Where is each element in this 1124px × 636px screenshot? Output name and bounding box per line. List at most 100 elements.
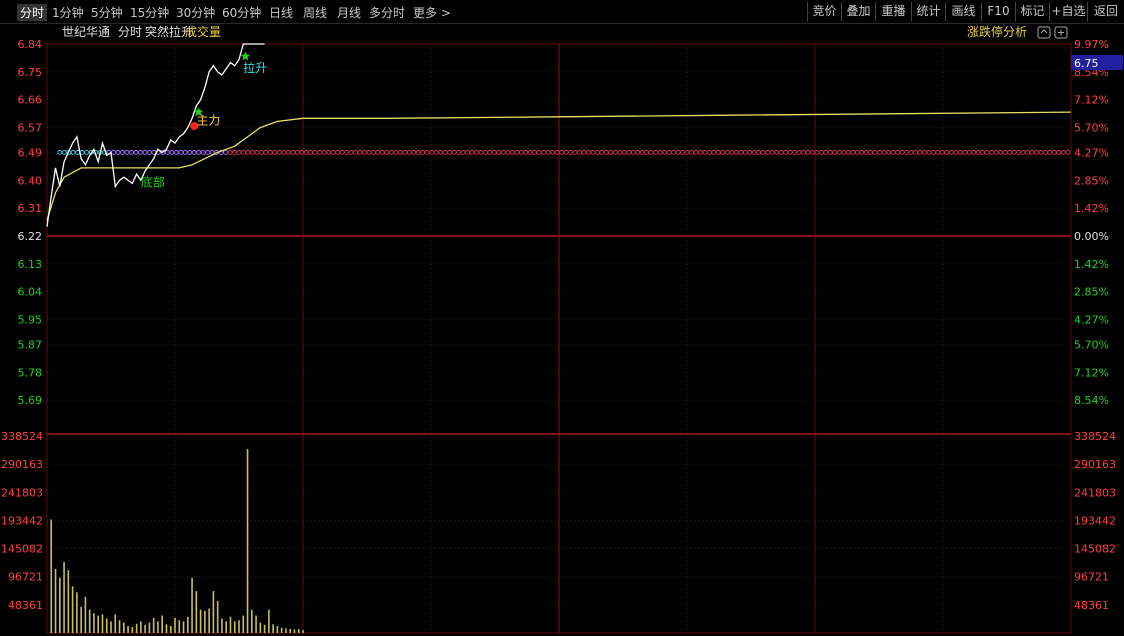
signal-dot xyxy=(285,149,291,155)
signal-dot xyxy=(845,149,851,155)
price-tick-label: 6.40 xyxy=(18,174,43,187)
volume-tick-label: 48361 xyxy=(1074,599,1109,612)
signal-dot xyxy=(223,149,229,155)
price-tick-label: 6.31 xyxy=(18,202,43,215)
price-axis-left: 6.84 6.75 6.66 6.57 6.49 6.40 6.31 6.22 6.13 6.04… xyxy=(18,38,43,407)
signal-dot xyxy=(545,149,551,155)
price-tick-label: 6.66 xyxy=(18,94,43,107)
limit-analysis-label[interactable]: 涨跌停分析 xyxy=(967,24,1027,39)
signal-dot xyxy=(196,149,202,155)
signal-dot xyxy=(957,149,963,155)
price-tick-label: 6.04 xyxy=(18,286,43,299)
svg-text:6.75: 6.75 xyxy=(1074,57,1099,70)
tab-15min[interactable]: 15分钟 xyxy=(130,4,169,21)
signal-dot xyxy=(980,149,986,155)
price-tick-label: 6.49 xyxy=(18,146,43,159)
pct-tick-label: 5.70% xyxy=(1074,122,1109,135)
tab-multi[interactable]: 多分时 xyxy=(369,4,405,21)
price-tick-label: 5.69 xyxy=(18,394,43,407)
signal-dot xyxy=(769,149,775,155)
signal-dot xyxy=(1007,149,1013,155)
signal-star-icon xyxy=(240,51,251,61)
tab-weekly[interactable]: 周线 xyxy=(303,4,327,21)
volume-tick-label: 338524 xyxy=(1074,430,1116,443)
signal-dot xyxy=(447,149,453,155)
tab-1min[interactable]: 1分钟 xyxy=(52,4,84,21)
signal-dot xyxy=(532,149,538,155)
volume-tick-label: 48361 xyxy=(8,599,43,612)
signal-dot xyxy=(644,149,650,155)
signal-dot xyxy=(496,149,502,155)
volume-bars xyxy=(50,449,304,633)
volume-tick-label: 96721 xyxy=(1074,571,1109,584)
signal-dot xyxy=(993,149,999,155)
signal-dot xyxy=(61,149,67,155)
tab-30min[interactable]: 30分钟 xyxy=(176,4,215,21)
indicator-label[interactable]: 成交量 xyxy=(185,24,221,39)
signal-dot xyxy=(783,149,789,155)
overlay-button[interactable]: 叠加 xyxy=(841,2,875,21)
signal-dot xyxy=(720,149,726,155)
replay-button[interactable]: 重播 xyxy=(875,2,911,21)
signal-dot xyxy=(881,149,887,155)
pct-tick-label: 9.97% xyxy=(1074,38,1109,51)
tab-daily[interactable]: 日线 xyxy=(269,4,293,21)
price-line xyxy=(46,43,265,227)
draw-button[interactable]: 画线 xyxy=(945,2,981,21)
pct-tick-label: 1.42% xyxy=(1074,258,1109,271)
signal-dot xyxy=(733,149,739,155)
signal-dot xyxy=(944,149,950,155)
signal-dots xyxy=(57,149,1071,155)
stats-button[interactable]: 统计 xyxy=(911,2,945,21)
signal-dot xyxy=(335,149,341,155)
signal-dot xyxy=(509,149,515,155)
volume-tick-label: 241803 xyxy=(1074,486,1116,499)
pct-tick-label: 7.12% xyxy=(1074,94,1109,107)
volume-axis-left: 338524 290163 241803 193442 145082 96721 48361 xyxy=(1,430,43,612)
price-tick-label: 6.57 xyxy=(18,122,43,135)
signal-dot xyxy=(756,149,762,155)
price-tick-label: 5.87 xyxy=(18,338,43,351)
stock-name: 世纪华通 xyxy=(62,25,110,39)
pct-tick-label: 4.27% xyxy=(1074,314,1109,327)
add-watchlist-button[interactable]: +自选 xyxy=(1049,2,1087,21)
zoom-out-icon[interactable] xyxy=(1054,26,1068,39)
volume-axis-right: 338524 290163 241803 193442 145082 96721 48361 xyxy=(1074,430,1116,612)
signal-dot xyxy=(308,149,314,155)
price-tick-label: 5.95 xyxy=(18,314,43,327)
pct-tick-label: 8.54% xyxy=(1074,394,1109,407)
volume-tick-label: 241803 xyxy=(1,486,43,499)
price-tick-label: 5.78 xyxy=(18,366,43,379)
signal-annotation: 底部 xyxy=(141,174,165,189)
signal-dot xyxy=(832,149,838,155)
signal-annotation: 主力 xyxy=(196,114,220,128)
pct-tick-label: 5.70% xyxy=(1074,338,1109,351)
price-axis-right: 9.97% 8.54% 7.12% 5.70% 4.27% 2.85% 1.42% 0.00%… xyxy=(1074,38,1109,407)
signal-annotation: 拉升 xyxy=(243,60,267,75)
mark-button[interactable]: 标记 xyxy=(1015,2,1049,21)
volume-tick-label: 290163 xyxy=(1074,458,1116,471)
chart-grid xyxy=(46,43,1072,634)
volume-tick-label: 338524 xyxy=(1,430,43,443)
tab-5min[interactable]: 5分钟 xyxy=(91,4,123,21)
volume-tick-label: 193442 xyxy=(1,514,43,527)
signal-dot xyxy=(671,149,677,155)
volume-tick-label: 193442 xyxy=(1074,514,1116,527)
tab-more[interactable]: 更多 > xyxy=(413,4,451,21)
view-label: 分时 xyxy=(118,25,142,39)
current-price-tag: 6.75 xyxy=(1071,55,1123,70)
back-button[interactable]: 返回 xyxy=(1087,2,1124,21)
auction-button[interactable]: 竞价 xyxy=(807,2,841,21)
pct-tick-label: 1.42% xyxy=(1074,202,1109,215)
signal-dot xyxy=(84,149,90,155)
volume-tick-label: 96721 xyxy=(8,571,43,584)
tab-60min[interactable]: 60分钟 xyxy=(222,4,261,21)
toolbar: 分时 1分钟 5分钟 15分钟 30分钟 60分钟 日线 周线 月线 多分时 更… xyxy=(0,0,1124,24)
tab-fenshi[interactable]: 分时 xyxy=(17,4,48,21)
tab-monthly[interactable]: 月线 xyxy=(337,4,361,21)
pct-tick-label: 0.00% xyxy=(1074,230,1109,243)
f10-button[interactable]: F10 xyxy=(981,2,1015,21)
signal-dot xyxy=(657,149,663,155)
zoom-in-icon[interactable] xyxy=(1037,26,1051,39)
signal-dot xyxy=(397,149,403,155)
